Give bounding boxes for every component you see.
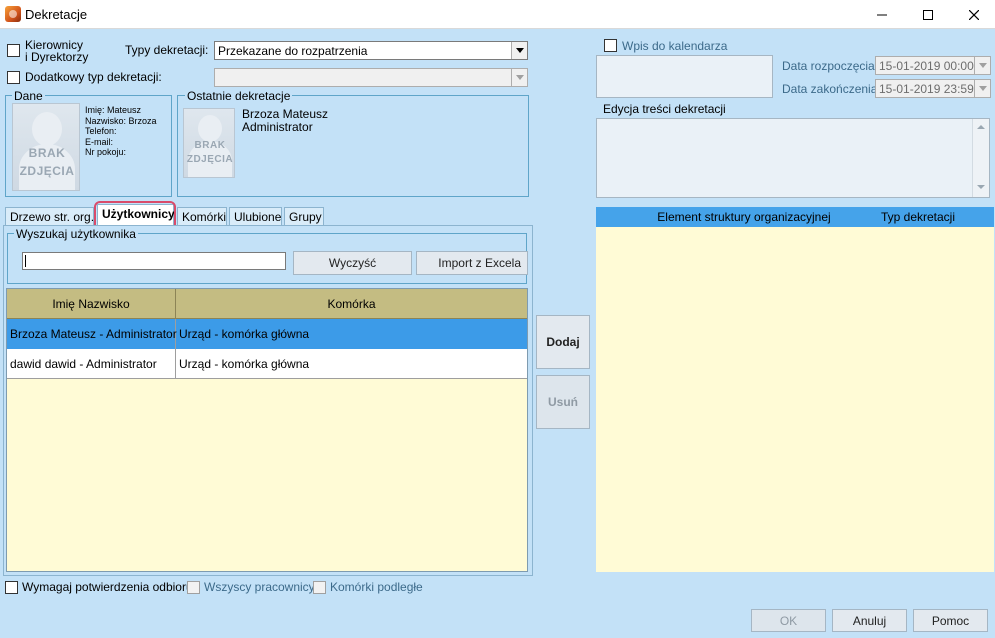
chevron-down-icon[interactable] [511, 42, 527, 59]
dodatkowy-typ-select[interactable] [214, 68, 528, 87]
textarea-scrollbar[interactable] [972, 119, 989, 197]
close-icon [969, 9, 979, 20]
close-button[interactable] [951, 0, 995, 29]
dane-pokoj: Nr pokoju: [85, 147, 127, 157]
tab-drzewo[interactable]: Drzewo str. org. [5, 207, 94, 226]
tab-ulubione[interactable]: Ulubione [229, 207, 282, 226]
column-header-typ[interactable]: Typ dekretacji [846, 207, 990, 227]
clear-button[interactable]: Wyczyść [293, 251, 412, 275]
wszyscy-pracownicy-label: Wszyscy pracownicy [204, 580, 315, 594]
wpis-kalendarz-label: Wpis do kalendarza [622, 39, 728, 53]
scroll-down-icon[interactable] [977, 185, 985, 189]
typy-dekretacji-select[interactable]: Przekazane do rozpatrzenia [214, 41, 528, 60]
data-zakonczenia-label: Data zakończenia: [782, 82, 881, 96]
maximize-icon [923, 9, 933, 20]
dane-title: Dane [12, 89, 45, 103]
remove-button[interactable]: Usuń [536, 375, 590, 429]
window-title: Dekretacje [25, 7, 88, 22]
minimize-button[interactable] [859, 0, 905, 29]
import-excel-button[interactable]: Import z Excela [416, 251, 528, 275]
edycja-label: Edycja treści dekretacji [603, 102, 726, 116]
users-table: Imię Nazwisko Komórka Brzoza Mateusz - A… [6, 288, 528, 572]
dane-nazwisko: Nazwisko: Brzoza [85, 115, 157, 126]
chevron-down-icon[interactable] [974, 57, 990, 74]
kierownicy-label: Kierownicy i Dyrektorzy [25, 39, 88, 63]
row-komorka-cell: Urząd - komórka główna [179, 356, 310, 371]
data-zakonczenia-value: 15-01-2019 23:59 [879, 82, 974, 96]
calendar-notes-box[interactable] [596, 55, 773, 98]
title-bar: Dekretacje [0, 0, 995, 29]
dane-details: Imię: Mateusz Nazwisko: Brzoza Telefon: … [85, 105, 157, 158]
typy-dekretacji-label: Typy dekretacji: [125, 43, 209, 57]
photo-text-line1: BRAK [28, 146, 66, 160]
ostatnie-title: Ostatnie dekretacje [185, 89, 293, 103]
data-zakonczenia-picker[interactable]: 15-01-2019 23:59 [875, 79, 991, 98]
tab-grupy[interactable]: Grupy [284, 207, 324, 226]
komorki-podlegle-label: Komórki podległe [330, 580, 423, 594]
add-button[interactable]: Dodaj [536, 315, 590, 369]
app-icon [5, 6, 21, 22]
dodatkowy-typ-checkbox[interactable] [7, 71, 20, 84]
ostatnie-photo-placeholder[interactable]: BRAK ZDJĘCIA [183, 108, 235, 178]
person-silhouette-icon [32, 112, 62, 146]
minimize-icon [877, 14, 887, 15]
dane-photo-placeholder: BRAK ZDJĘCIA [12, 103, 80, 191]
data-rozpoczecia-picker[interactable]: 15-01-2019 00:00 [875, 56, 991, 75]
table-row[interactable]: dawid dawid - Administrator Urząd - komó… [7, 349, 527, 379]
row-komorka-cell: Urząd - komórka główna [179, 327, 310, 341]
ostatnie-entry[interactable]: Brzoza Mateusz Administrator [242, 108, 328, 134]
wszyscy-pracownicy-checkbox[interactable] [187, 581, 200, 594]
ostatnie-role: Administrator [242, 120, 313, 134]
dodatkowy-typ-label: Dodatkowy typ dekretacji: [25, 70, 162, 84]
edycja-textarea[interactable] [596, 118, 990, 198]
search-input[interactable] [22, 252, 286, 270]
data-rozpoczecia-label: Data rozpoczęcia: [782, 59, 879, 73]
komorki-podlegle-checkbox[interactable] [313, 581, 326, 594]
kierownicy-label-line2: i Dyrektorzy [25, 50, 89, 64]
cancel-button[interactable]: Anuluj [832, 609, 907, 632]
wymagaj-potwierdzenia-label: Wymagaj potwierdzenia odbioru [22, 580, 193, 594]
chevron-down-icon[interactable] [974, 80, 990, 97]
typy-dekretacji-value: Przekazane do rozpatrzenia [218, 44, 368, 58]
scroll-up-icon[interactable] [977, 125, 985, 129]
column-header-name[interactable]: Imię Nazwisko [7, 289, 176, 318]
photo-text-line2: ZDJĘCIA [186, 154, 234, 165]
data-rozpoczecia-value: 15-01-2019 00:00 [879, 59, 974, 73]
photo-text-line2: ZDJĘCIA [19, 164, 75, 178]
column-header-komorka[interactable]: Komórka [176, 289, 527, 318]
search-group-title: Wyszukaj użytkownika [14, 227, 138, 241]
help-button[interactable]: Pomoc [913, 609, 988, 632]
tab-komorki[interactable]: Komórki [177, 207, 227, 226]
row-name-cell: dawid dawid - Administrator [7, 349, 176, 378]
wymagaj-potwierdzenia-checkbox[interactable] [5, 581, 18, 594]
text-caret [25, 255, 26, 267]
chevron-down-icon[interactable] [511, 69, 527, 86]
table-row[interactable]: Brzoza Mateusz - Administrator Urząd - k… [7, 319, 527, 349]
kierownicy-checkbox[interactable] [7, 44, 20, 57]
dane-telefon: Telefon: [85, 126, 117, 136]
wpis-kalendarz-checkbox[interactable] [604, 39, 617, 52]
dane-imie: Imię: Mateusz [85, 105, 142, 115]
dekretacje-table-header: Element struktury organizacyjnej Typ dek… [596, 207, 994, 227]
dekretacje-table: Element struktury organizacyjnej Typ dek… [596, 207, 994, 572]
maximize-button[interactable] [905, 0, 951, 29]
dane-email: E-mail: [85, 136, 114, 147]
row-name-cell: Brzoza Mateusz - Administrator [7, 319, 177, 349]
ok-button[interactable]: OK [751, 609, 826, 632]
photo-text-line1: BRAK [194, 140, 226, 151]
person-silhouette-icon [198, 115, 222, 142]
users-table-header: Imię Nazwisko Komórka [7, 289, 527, 319]
